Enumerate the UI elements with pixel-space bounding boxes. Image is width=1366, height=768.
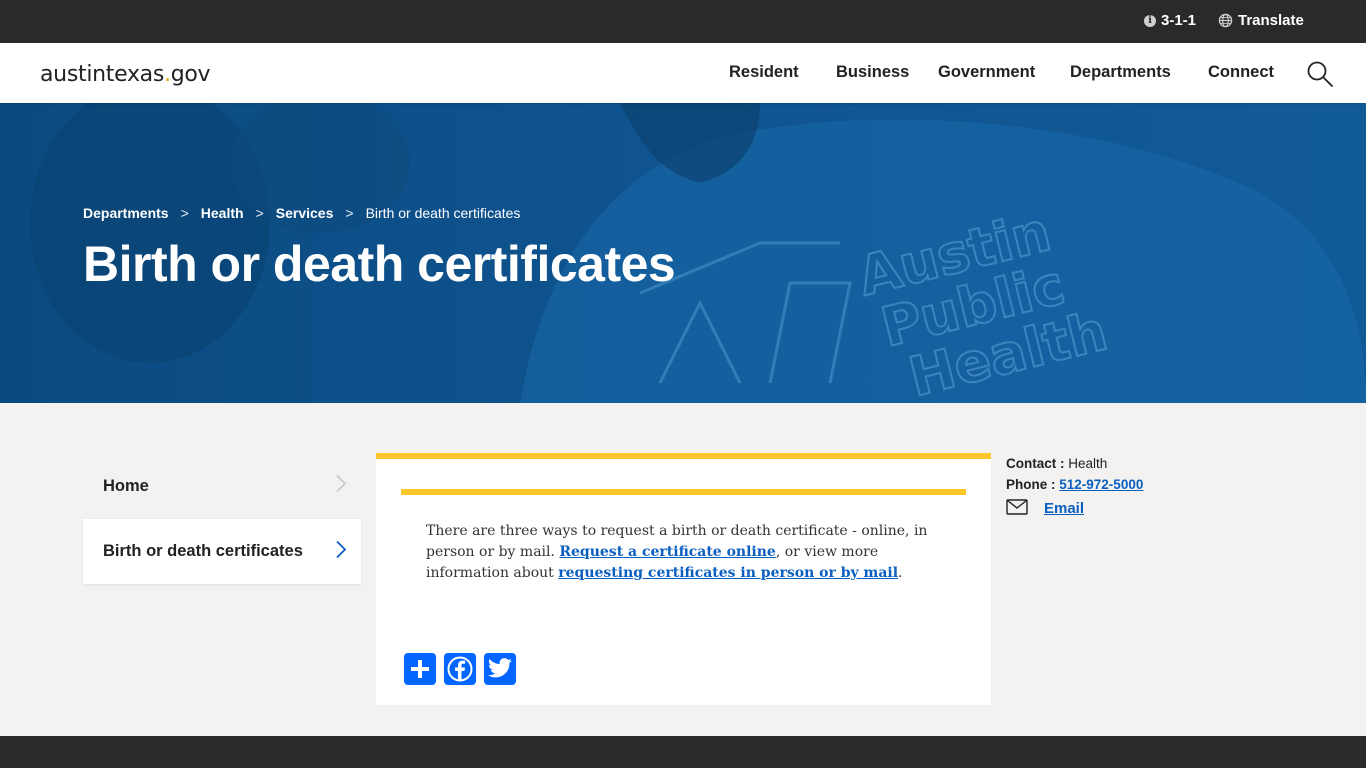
brand-tld: gov (170, 62, 211, 87)
contact-value: Health (1068, 456, 1108, 471)
main-header: austintexas.gov Resident Business Govern… (0, 43, 1366, 103)
facebook-icon[interactable] (444, 653, 476, 685)
sidebar-item-label: Home (103, 476, 149, 495)
nav-departments[interactable]: Departments (1070, 63, 1171, 82)
search-icon[interactable] (1306, 60, 1334, 93)
footer (0, 736, 1366, 768)
in-person-mail-link[interactable]: requesting certificates in person or by … (558, 565, 898, 581)
nav-government[interactable]: Government (938, 63, 1035, 82)
twitter-icon[interactable] (484, 653, 516, 685)
contact-info: Contact : Health Phone : 512-972-5000 Em… (1006, 453, 1143, 520)
breadcrumb-departments[interactable]: Departments (83, 205, 169, 221)
phone-311-link[interactable]: i 3-1-1 (1144, 12, 1196, 29)
breadcrumb-current: Birth or death certificates (365, 205, 521, 221)
translate-label: Translate (1238, 12, 1304, 29)
accent-divider (401, 489, 966, 495)
intro-paragraph: There are three ways to request a birth … (426, 521, 936, 584)
breadcrumb-separator: > (255, 205, 264, 221)
breadcrumb-separator: > (180, 205, 189, 221)
phone-link[interactable]: 512-972-5000 (1059, 477, 1143, 492)
breadcrumb-health[interactable]: Health (201, 205, 244, 221)
translate-button[interactable]: Translate (1218, 12, 1304, 29)
sidebar-item-birth-death-certificates[interactable]: Birth or death certificates (83, 519, 361, 584)
envelope-icon (1006, 498, 1028, 518)
phone-311-label: 3-1-1 (1161, 12, 1197, 29)
utility-bar: i 3-1-1 Translate (0, 0, 1366, 43)
share-plus-icon[interactable] (404, 653, 436, 685)
phone-label: Phone : (1006, 477, 1056, 492)
phone-row: Phone : 512-972-5000 (1006, 474, 1143, 495)
breadcrumb-services[interactable]: Services (276, 205, 334, 221)
intro-text-end: . (898, 565, 903, 581)
hero-banner: Austin Public Health Departments > Healt… (0, 103, 1366, 403)
info-icon: i (1144, 14, 1156, 27)
site-logo[interactable]: austintexas.gov (40, 62, 211, 87)
nav-business[interactable]: Business (836, 63, 909, 82)
email-row: Email (1006, 496, 1143, 520)
chevron-right-icon (335, 539, 347, 564)
breadcrumb: Departments > Health > Services > Birth … (83, 205, 520, 221)
breadcrumb-separator: > (345, 205, 354, 221)
main-content-card: There are three ways to request a birth … (376, 453, 991, 705)
brand-name: austintexas (40, 62, 165, 87)
brand-dot: . (164, 62, 171, 87)
page-title: Birth or death certificates (83, 236, 676, 292)
request-online-link[interactable]: Request a certificate online (559, 544, 775, 560)
sidebar-item-label: Birth or death certificates (103, 542, 303, 560)
globe-icon (1218, 13, 1233, 28)
side-navigation: Home Birth or death certificates (83, 453, 361, 584)
contact-row: Contact : Health (1006, 453, 1143, 474)
chevron-right-icon (335, 474, 347, 499)
nav-resident[interactable]: Resident (729, 63, 799, 82)
share-buttons (404, 653, 516, 685)
nav-connect[interactable]: Connect (1208, 63, 1274, 82)
sidebar-item-home[interactable]: Home (83, 453, 361, 519)
contact-label: Contact : (1006, 456, 1065, 471)
email-link[interactable]: Email (1044, 500, 1084, 517)
